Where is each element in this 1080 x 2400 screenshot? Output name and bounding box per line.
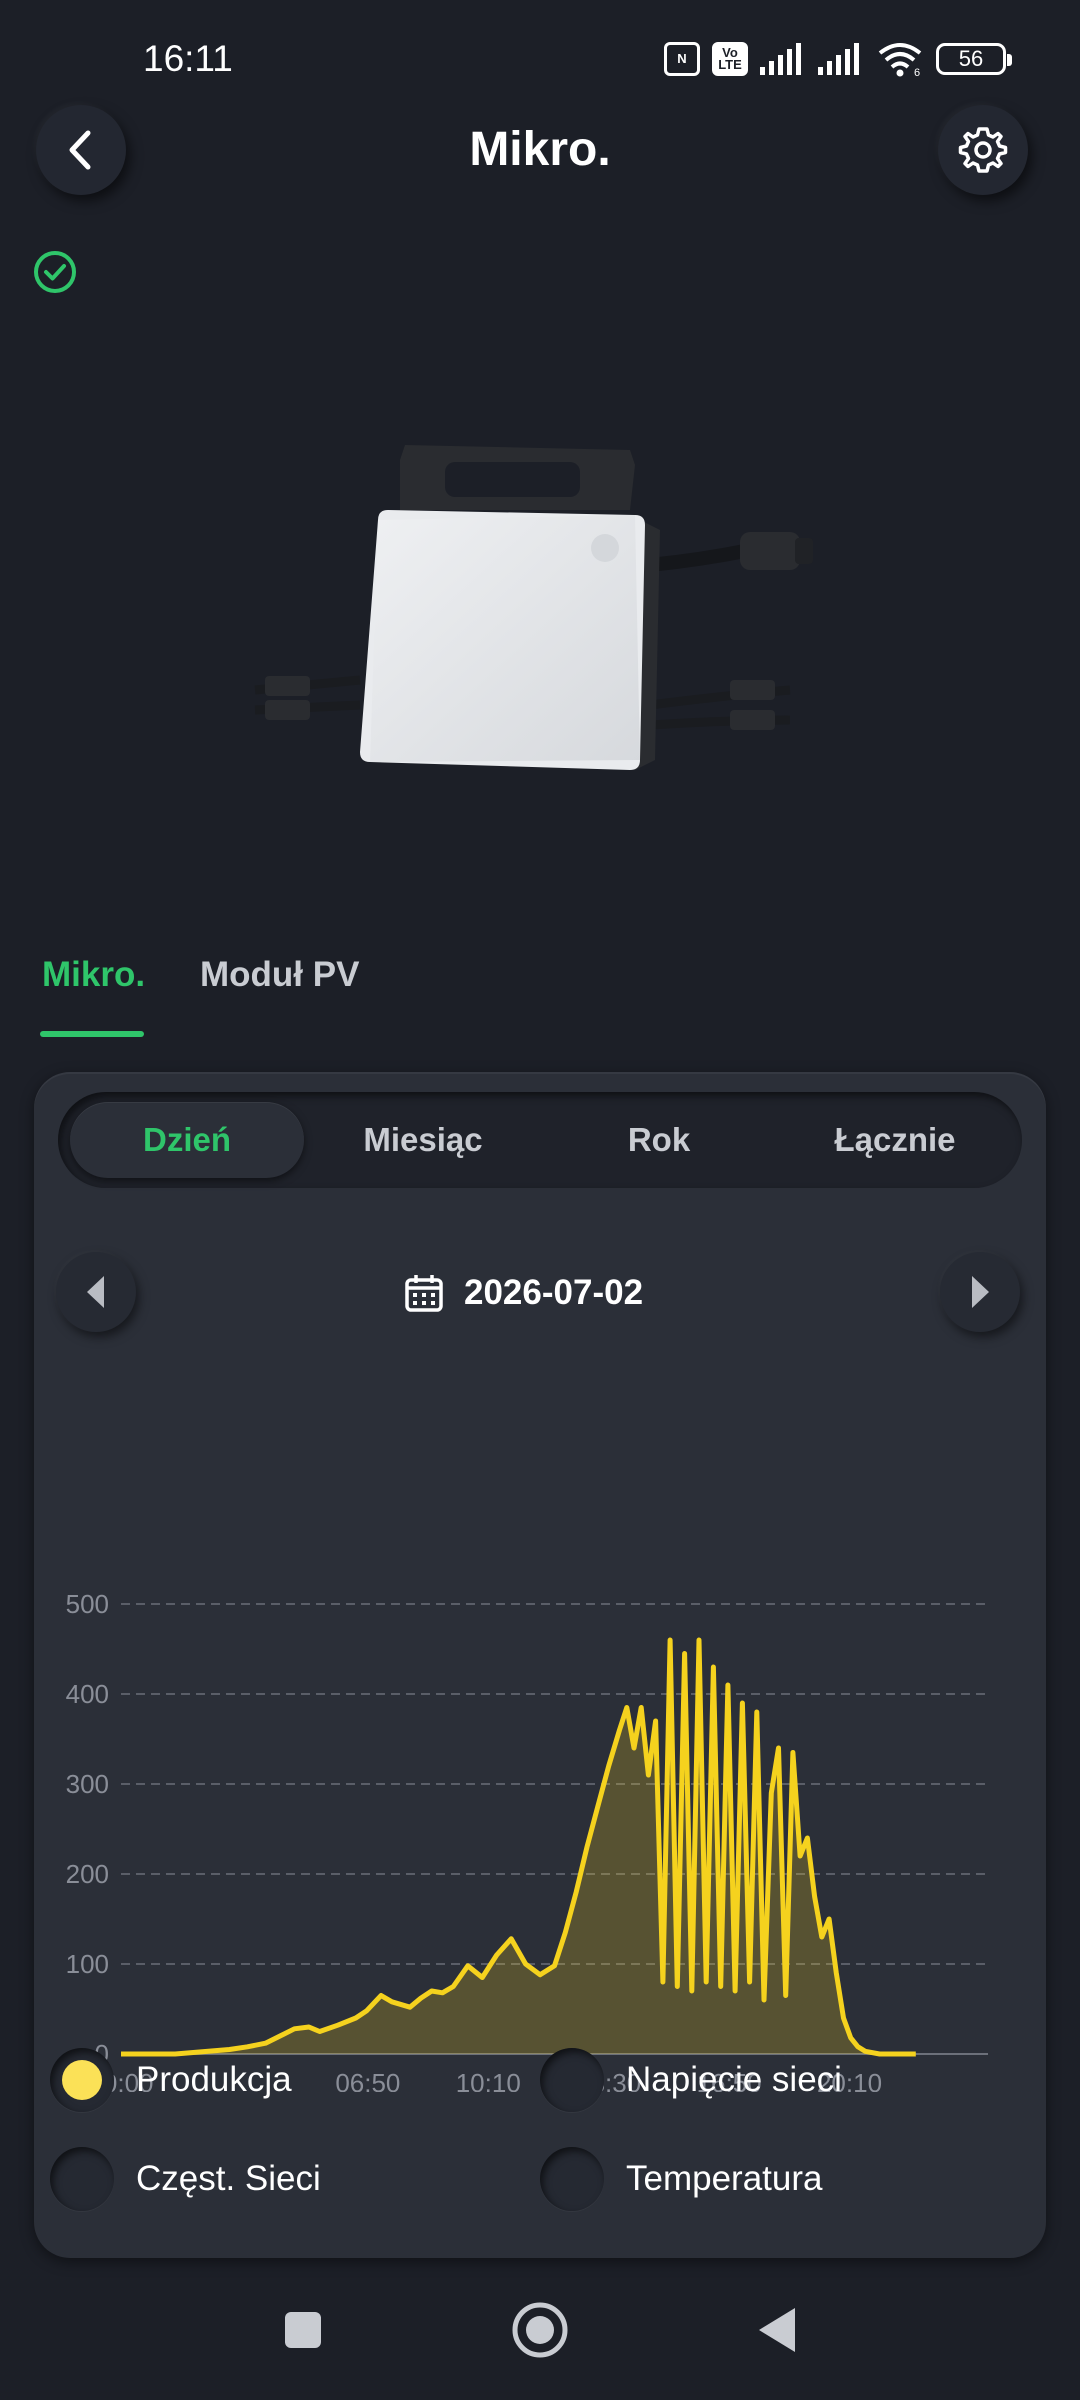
legend-label-napiecie: Napięcie sieci — [626, 2060, 842, 2099]
system-nav-bar — [0, 2290, 1080, 2380]
period-total[interactable]: Łącznie — [778, 1102, 1012, 1178]
legend-dot-napiecie — [540, 2048, 604, 2112]
period-day[interactable]: Dzień — [70, 1102, 304, 1178]
legend-czest[interactable]: Częst. Sieci — [50, 2147, 321, 2211]
triangle-back-icon — [759, 2308, 795, 2352]
period-year[interactable]: Rok — [542, 1102, 776, 1178]
date-picker[interactable]: 2026-07-02 — [404, 1268, 643, 1318]
previous-date-button[interactable] — [56, 1252, 136, 1332]
period-selector: Dzień Miesiąc Rok Łącznie — [58, 1092, 1022, 1188]
home-button[interactable] — [500, 2290, 580, 2370]
y-tick-label: 500 — [66, 1589, 109, 1619]
period-month[interactable]: Miesiąc — [306, 1102, 540, 1178]
tab-modul-pv[interactable]: Moduł PV — [200, 955, 359, 995]
next-date-button[interactable] — [940, 1252, 1020, 1332]
y-tick-label: 100 — [66, 1949, 109, 1979]
gear-icon — [958, 127, 1008, 173]
settings-button[interactable] — [938, 105, 1028, 195]
system-back-button[interactable] — [737, 2290, 817, 2370]
wifi-band-label: 6 — [914, 67, 920, 77]
status-icons: N Vo LTE 6 56 — [664, 40, 1012, 78]
page-title: Mikro. — [469, 123, 611, 176]
legend-label-czest: Częst. Sieci — [136, 2159, 321, 2198]
circle-icon — [512, 2302, 568, 2358]
recents-button[interactable] — [263, 2290, 343, 2370]
square-icon — [285, 2312, 321, 2348]
y-tick-label: 400 — [66, 1679, 109, 1709]
triangle-right-icon — [972, 1276, 989, 1308]
volte-icon: Vo LTE — [712, 42, 748, 76]
signal-icon — [760, 43, 801, 75]
tab-mikro[interactable]: Mikro. — [42, 955, 145, 995]
legend-label-produkcja: Produkcja — [136, 2060, 292, 2099]
tab-active-indicator — [40, 1031, 144, 1037]
battery-icon: 56 — [936, 43, 1012, 75]
energy-card: Dzień Miesiąc Rok Łącznie 2026-07-02 500… — [34, 1072, 1046, 2258]
status-time: 16:11 — [143, 38, 233, 79]
signal-icon-2 — [818, 43, 859, 75]
microinverter-image — [254, 445, 813, 770]
production-area — [121, 1640, 916, 2054]
battery-level: 56 — [958, 46, 984, 71]
x-tick-label: 10:10 — [456, 2068, 521, 2092]
wifi-icon: 6 — [878, 43, 922, 77]
date-text: 2026-07-02 — [464, 1273, 644, 1312]
y-tick-label: 200 — [66, 1859, 109, 1889]
x-tick-label: 06:50 — [335, 2068, 400, 2092]
legend-label-temperatura: Temperatura — [626, 2159, 823, 2198]
triangle-left-icon — [87, 1276, 104, 1308]
legend-dot-produkcja — [50, 2048, 114, 2112]
legend-napiecie[interactable]: Napięcie sieci — [540, 2048, 842, 2112]
legend-produkcja[interactable]: Produkcja — [50, 2048, 292, 2112]
calendar-icon — [405, 1275, 443, 1312]
y-tick-label: 300 — [66, 1769, 109, 1799]
online-status-icon — [34, 251, 76, 293]
legend-dot-czest — [50, 2147, 114, 2211]
production-chart: 500400300200100000:0006:5010:1013:3016:5… — [66, 1589, 988, 2092]
status-bar: 16:11 N Vo LTE 6 56 — [0, 0, 1080, 120]
nfc-icon: N — [664, 42, 700, 76]
legend-temperatura[interactable]: Temperatura — [540, 2147, 822, 2211]
legend-dot-temperatura — [540, 2147, 604, 2211]
